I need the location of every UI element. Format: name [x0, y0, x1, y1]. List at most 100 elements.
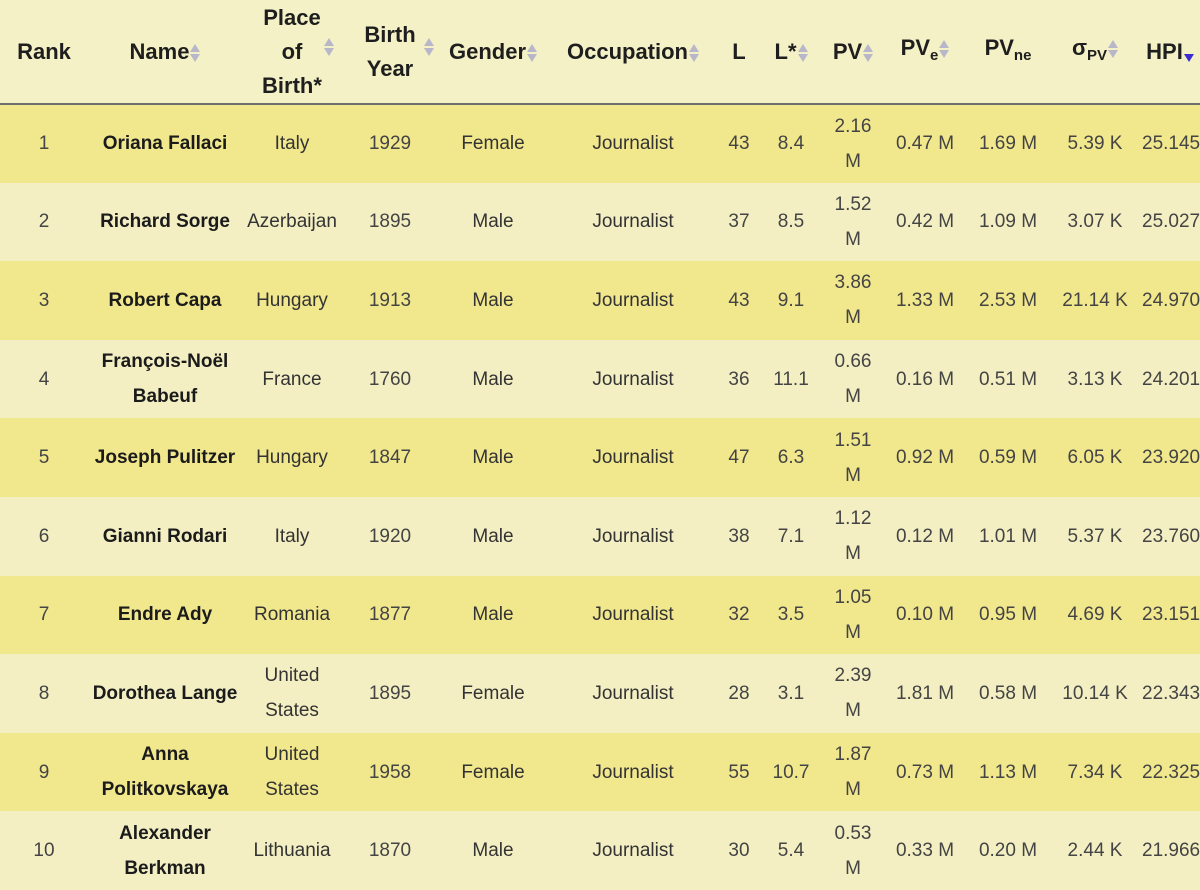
header-label: Place of Birth*: [262, 4, 322, 98]
cell-l: 30: [728, 840, 750, 862]
column-header-l-star[interactable]: L*: [760, 0, 822, 105]
sort-arrows-icon[interactable]: [190, 42, 201, 64]
cell-place: Hungary: [256, 289, 328, 311]
table-row: 10 Alexander Berkman Lithuania 1870 Male Jour…: [0, 811, 1200, 890]
sort-arrows-icon[interactable]: [863, 42, 874, 64]
cell-occupation: Journalist: [592, 761, 674, 783]
cell-rank: 1: [38, 133, 50, 155]
cell-l-star: 8.5: [777, 211, 805, 233]
cell-l: 43: [728, 289, 750, 311]
header-label: Gender: [448, 38, 527, 64]
cell-birth-year: 1895: [368, 211, 412, 233]
column-header-sigma-pv[interactable]: σPV: [1050, 0, 1140, 105]
cell-hpi: 25.027: [1142, 211, 1200, 233]
column-header-occupation[interactable]: Occupation: [548, 0, 718, 105]
cell-l: 55: [728, 761, 750, 783]
cell-pv-ne: 1.09 M: [978, 211, 1038, 233]
cell-pv: 0.53 M: [834, 822, 872, 879]
cell-birth-year: 1847: [368, 447, 412, 469]
cell-pv-ne: 0.58 M: [978, 682, 1038, 704]
cell-pv-ne: 0.51 M: [978, 368, 1038, 390]
cell-sigma-pv: 6.05 K: [1067, 447, 1123, 469]
cell-pv-ne: 1.69 M: [978, 133, 1038, 155]
column-header-birth-year[interactable]: Birth Year: [342, 0, 438, 105]
cell-l-star: 11.1: [773, 368, 809, 390]
header-label: Birth Year: [364, 21, 416, 81]
cell-place: Italy: [274, 133, 310, 155]
cell-pv-ne: 0.95 M: [978, 604, 1038, 626]
cell-l-star: 3.5: [777, 604, 805, 626]
cell-gender: Female: [461, 682, 525, 704]
cell-l-star: 10.7: [772, 761, 810, 783]
table-row: 2 Richard Sorge Azerbaijan 1895 Male Journali…: [0, 182, 1200, 262]
sort-arrows-icon[interactable]: [689, 42, 699, 64]
cell-pv: 3.86 M: [834, 272, 872, 329]
column-header-hpi[interactable]: HPI: [1140, 0, 1200, 105]
cell-pv-ne: 2.53 M: [978, 289, 1038, 311]
cell-birth-year: 1920: [368, 525, 412, 547]
cell-rank: 7: [38, 604, 50, 626]
cell-l: 38: [728, 525, 750, 547]
cell-sigma-pv: 5.37 K: [1067, 525, 1123, 547]
column-header-pv-e[interactable]: PVe: [884, 0, 966, 105]
sort-arrows-icon[interactable]: [527, 42, 538, 64]
cell-occupation: Journalist: [592, 211, 674, 233]
cell-rank: 2: [38, 211, 50, 233]
cell-place: United States: [264, 665, 320, 722]
cell-occupation: Journalist: [592, 289, 674, 311]
header-label: L*: [774, 38, 797, 64]
cell-pv-e: 1.33 M: [895, 289, 955, 311]
table-row: 9 Anna Politkovskaya United States 1958 Fema…: [0, 732, 1200, 812]
sort-arrows-icon[interactable]: [1108, 38, 1119, 60]
cell-hpi: 23.920: [1142, 447, 1200, 469]
cell-occupation: Journalist: [592, 447, 674, 469]
sort-descending-icon[interactable]: [1183, 42, 1194, 64]
column-header-rank: Rank: [0, 0, 88, 105]
cell-name: Richard Sorge: [100, 211, 230, 233]
cell-occupation: Journalist: [592, 840, 674, 862]
cell-name: Endre Ady: [117, 604, 213, 626]
cell-hpi: 24.970: [1142, 289, 1200, 311]
cell-l: 36: [728, 368, 750, 390]
column-header-l[interactable]: L: [718, 0, 760, 105]
cell-l-star: 6.3: [777, 447, 805, 469]
cell-place: Lithuania: [253, 840, 331, 862]
header-label: Rank: [17, 38, 71, 64]
cell-l-star: 7.1: [777, 525, 805, 547]
cell-name: Robert Capa: [108, 289, 222, 311]
cell-hpi: 21.966: [1142, 840, 1200, 862]
cell-place: France: [262, 368, 322, 390]
cell-rank: 9: [38, 761, 50, 783]
sort-arrows-icon[interactable]: [939, 38, 950, 60]
cell-gender: Male: [472, 289, 514, 311]
cell-l-star: 5.4: [777, 840, 805, 862]
cell-pv-ne: 1.01 M: [978, 525, 1038, 547]
cell-l-star: 3.1: [777, 682, 805, 704]
cell-name: Dorothea Lange: [92, 682, 238, 704]
header-label: PVe: [900, 34, 939, 64]
column-header-name[interactable]: Name: [88, 0, 242, 105]
table-row: 6 Gianni Rodari Italy 1920 Male Journalist 38 7…: [0, 496, 1200, 576]
table-header-row: Rank Name Place of Birth* Birth Year Gen…: [0, 0, 1200, 105]
column-header-pv[interactable]: PV: [822, 0, 884, 105]
sort-arrows-icon[interactable]: [797, 42, 808, 64]
cell-name: Anna Politkovskaya: [101, 744, 229, 801]
column-header-pv-ne[interactable]: PVne: [966, 0, 1050, 105]
cell-pv-ne: 1.13 M: [978, 761, 1038, 783]
header-label: PV: [832, 38, 863, 64]
sort-arrows-icon[interactable]: [324, 36, 334, 58]
cell-sigma-pv: 2.44 K: [1067, 840, 1123, 862]
cell-birth-year: 1877: [368, 604, 412, 626]
column-header-gender[interactable]: Gender: [438, 0, 548, 105]
cell-sigma-pv: 10.14 K: [1062, 682, 1128, 704]
cell-pv: 1.51 M: [834, 429, 872, 486]
cell-sigma-pv: 5.39 K: [1067, 133, 1123, 155]
cell-hpi: 23.151: [1142, 604, 1200, 626]
column-header-place-of-birth[interactable]: Place of Birth*: [242, 0, 342, 105]
table-row: 1 Oriana Fallaci Italy 1929 Female Journalist…: [0, 104, 1200, 183]
cell-sigma-pv: 7.34 K: [1067, 761, 1123, 783]
cell-l: 32: [728, 604, 750, 626]
sort-arrows-icon[interactable]: [424, 36, 434, 58]
cell-rank: 3: [38, 289, 50, 311]
cell-pv-ne: 0.59 M: [978, 447, 1038, 469]
